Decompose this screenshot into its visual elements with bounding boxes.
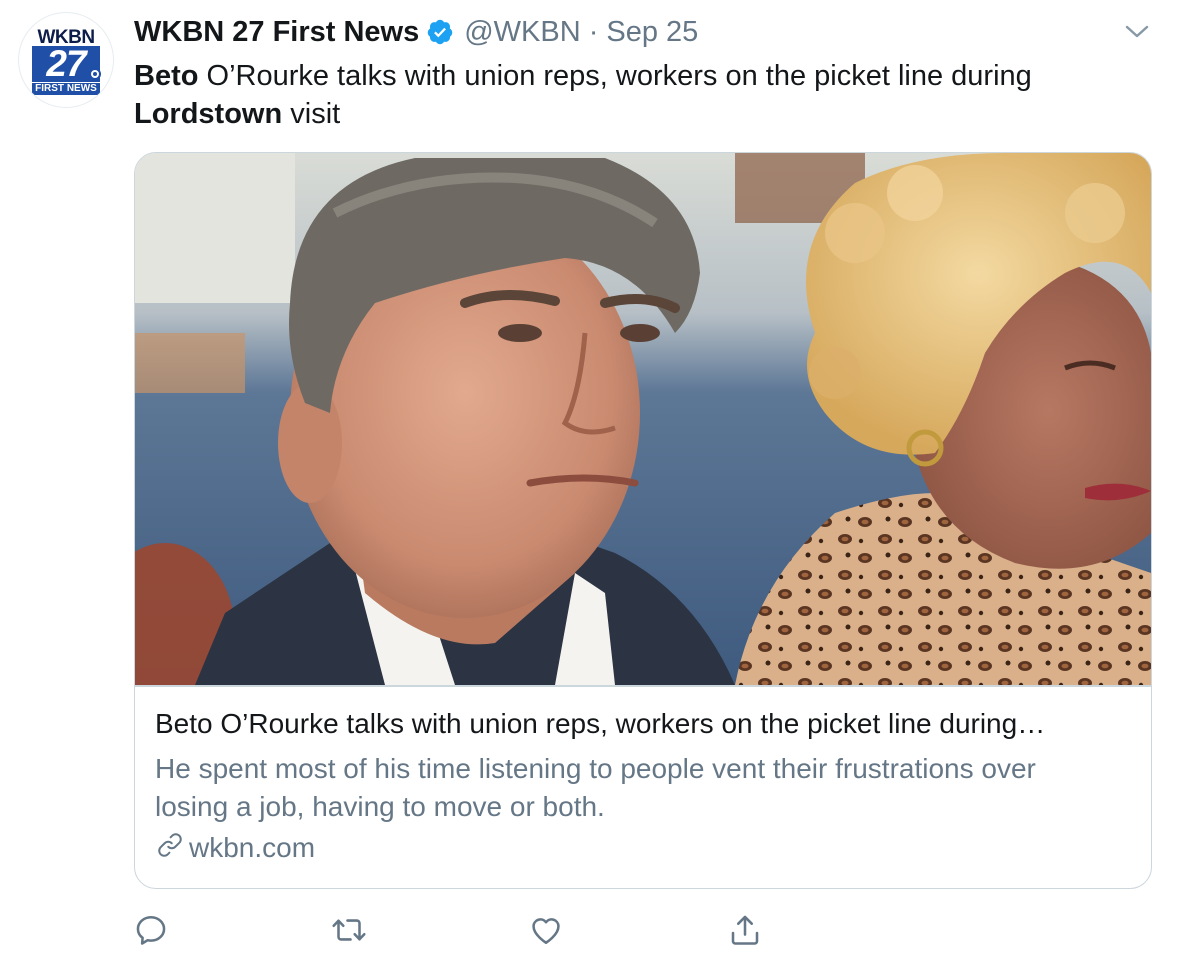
hashtag-lordstown: Lordstown	[134, 98, 283, 130]
link-icon	[155, 830, 189, 867]
header-separator: ·	[588, 15, 599, 48]
share-icon[interactable]	[725, 910, 765, 950]
card-domain[interactable]: wkbn.com	[155, 830, 315, 866]
avatar-logo-bottom: FIRST NEWS	[32, 83, 100, 95]
action-bar	[0, 910, 1178, 950]
hashtag-beto: Beto	[134, 60, 199, 92]
card-divider	[135, 685, 1151, 687]
card-description: He spent most of his time listening to p…	[155, 753, 1036, 822]
like-icon[interactable]	[526, 910, 566, 950]
verified-badge-icon	[426, 18, 454, 46]
tweet-text-part: O’Rourke talks with union reps, workers …	[198, 60, 1032, 92]
card-title[interactable]: Beto O’Rourke talks with union reps, wor…	[155, 706, 1135, 742]
reply-icon[interactable]	[131, 910, 171, 950]
card-image	[135, 153, 1151, 685]
tweet-header: WKBN 27 First News @WKBN · Sep 25	[134, 14, 698, 50]
cbs-eye-icon	[89, 68, 101, 80]
account-handle[interactable]: @WKBN	[464, 16, 580, 49]
tweet-date[interactable]: Sep 25	[606, 16, 698, 49]
tweet-text: Beto O’Rourke talks with union reps, wor…	[134, 57, 1134, 133]
chevron-down-icon[interactable]	[1122, 20, 1152, 44]
retweet-icon[interactable]	[329, 910, 369, 950]
link-card[interactable]: Beto O’Rourke talks with union reps, wor…	[134, 152, 1152, 889]
tweet-text-part: visit	[282, 98, 341, 130]
card-domain-text: wkbn.com	[189, 832, 316, 863]
account-name[interactable]: WKBN 27 First News	[134, 16, 419, 49]
avatar[interactable]: WKBN 27 FIRST NEWS	[18, 12, 114, 108]
